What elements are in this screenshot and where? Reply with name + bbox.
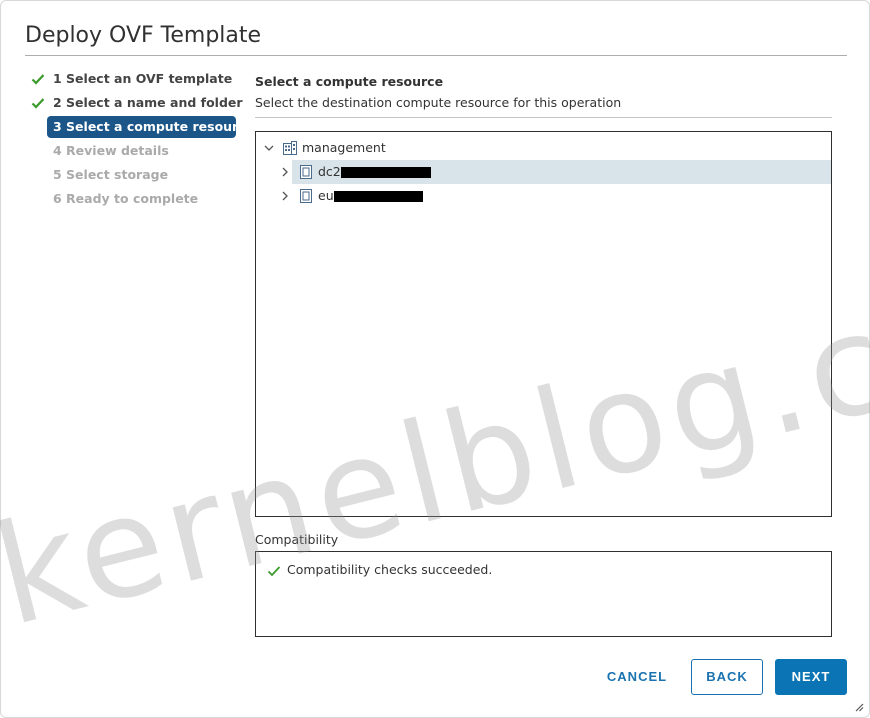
step-label: 4 Review details	[53, 143, 169, 158]
chevron-down-icon[interactable]	[263, 142, 275, 154]
datacenter-icon	[283, 141, 297, 155]
step-select-compute-resource[interactable]: 3 Select a compute resource	[25, 115, 254, 139]
step-select-storage: 5 Select storage	[25, 163, 239, 187]
section-title: Select a compute resource	[255, 74, 444, 89]
next-button[interactable]: NEXT	[775, 659, 847, 695]
step-label: 2 Select a name and folder	[53, 95, 243, 110]
title-divider	[25, 55, 847, 56]
compatibility-label: Compatibility	[255, 532, 339, 547]
content-divider	[255, 117, 832, 118]
step-label: 6 Ready to complete	[53, 191, 199, 206]
dialog-title: Deploy OVF Template	[25, 23, 262, 48]
tree-node-eu[interactable]: eu	[256, 184, 831, 208]
cluster-icon	[300, 165, 312, 179]
step-select-ovf-template[interactable]: 1 Select an OVF template	[25, 67, 239, 91]
resize-handle-icon[interactable]	[855, 703, 864, 712]
wizard-steps: 1 Select an OVF template 2 Select a name…	[25, 67, 254, 211]
check-icon	[31, 98, 45, 109]
compatibility-message: Compatibility checks succeeded.	[287, 562, 493, 577]
compatibility-panel: Compatibility checks succeeded.	[255, 551, 832, 637]
tree-node-label: dc2	[318, 164, 341, 179]
step-label: 3 Select a compute resource	[53, 119, 255, 134]
step-review-details: 4 Review details	[25, 139, 239, 163]
tree-node-label: eu	[318, 188, 334, 203]
chevron-right-icon[interactable]	[279, 190, 291, 202]
redacted-block	[341, 167, 431, 178]
step-ready-to-complete: 6 Ready to complete	[25, 187, 239, 211]
back-button[interactable]: BACK	[691, 659, 763, 695]
tree-node-dc2[interactable]: dc2	[256, 160, 831, 184]
check-icon	[267, 566, 281, 577]
step-label: 1 Select an OVF template	[53, 71, 233, 86]
step-label: 5 Select storage	[53, 167, 169, 182]
check-icon	[31, 74, 45, 85]
section-subtitle: Select the destination compute resource …	[255, 95, 622, 110]
redacted-block	[334, 191, 423, 202]
cluster-icon	[300, 189, 312, 203]
step-select-name-and-folder[interactable]: 2 Select a name and folder	[25, 91, 243, 115]
tree-node-management[interactable]: management	[256, 136, 831, 160]
deploy-ovf-dialog: Deploy OVF Template 1 Select an OVF temp…	[0, 0, 870, 718]
cancel-button[interactable]: CANCEL	[595, 659, 679, 695]
chevron-right-icon[interactable]	[279, 166, 291, 178]
tree-node-label: management	[302, 140, 386, 155]
compute-resource-tree[interactable]: management dc2 eu	[255, 131, 832, 517]
